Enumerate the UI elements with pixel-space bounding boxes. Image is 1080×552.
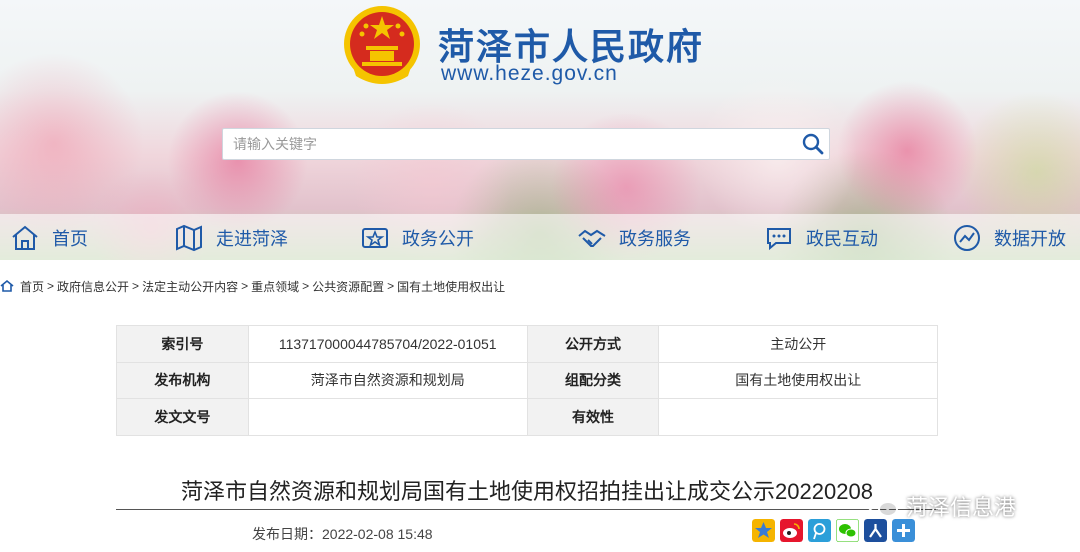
- nav-item-gov-service[interactable]: 政务服务: [577, 214, 691, 260]
- search-icon[interactable]: [801, 132, 825, 156]
- nav-item-data-open[interactable]: 数据开放: [952, 214, 1066, 260]
- document-meta-table: 索引号 113717000044785704/2022-01051 公开方式 主…: [116, 325, 938, 436]
- home-icon: [12, 225, 38, 250]
- publish-date: 发布日期：2022-02-08 15:48: [252, 526, 433, 542]
- nav-item-about[interactable]: 走进菏泽: [174, 214, 288, 260]
- table-row: 发文文号 有效性: [116, 398, 938, 436]
- main-nav: 首页 走进菏泽 政务公开 政务服务 政民互动 数据开放: [0, 214, 1080, 260]
- data-icon: [954, 225, 980, 251]
- nav-label: 政民互动: [806, 229, 878, 249]
- title-divider: [116, 509, 938, 510]
- map-icon: [176, 224, 202, 252]
- nav-item-home[interactable]: 首页: [10, 214, 88, 260]
- org-value: 菏泽市自然资源和规划局: [247, 361, 528, 400]
- breadcrumb-item[interactable]: 政府信息公开: [57, 278, 129, 295]
- table-row: 索引号 113717000044785704/2022-01051 公开方式 主…: [116, 325, 938, 363]
- search-box: [222, 128, 830, 160]
- handshake-icon: [578, 229, 606, 247]
- watermark-text: 菏泽信息港: [906, 495, 1017, 520]
- validity-label: 有效性: [526, 398, 660, 436]
- breadcrumb-home-icon: [0, 279, 14, 292]
- more-share-icon[interactable]: [892, 519, 915, 542]
- article-title: 菏泽市自然资源和规划局国有土地使用权招拍挂出让成交公示20220208: [181, 479, 873, 504]
- search-input[interactable]: [223, 129, 793, 159]
- nav-label: 首页: [52, 229, 88, 249]
- breadcrumb-item[interactable]: 重点领域: [251, 278, 299, 295]
- breadcrumb-separator: >: [132, 279, 140, 293]
- weibo-icon[interactable]: [780, 519, 803, 542]
- nav-label: 政务服务: [619, 229, 691, 249]
- site-url: www.heze.gov.cn: [441, 62, 618, 85]
- nav-label: 走进菏泽: [216, 229, 288, 249]
- wechat-watermark-icon: [867, 494, 898, 517]
- nav-item-interaction[interactable]: 政民互动: [764, 214, 878, 260]
- table-row: 发布机构 菏泽市自然资源和规划局 组配分类 国有土地使用权出让: [116, 361, 938, 400]
- validity-value: [658, 398, 938, 436]
- breadcrumb-separator: >: [302, 279, 310, 293]
- gov-open-icon: [362, 228, 388, 248]
- tencent-weibo-icon[interactable]: [808, 519, 831, 542]
- renren-icon[interactable]: [864, 519, 887, 542]
- qzone-icon[interactable]: [752, 519, 775, 542]
- index-label: 索引号: [116, 325, 249, 363]
- index-value: 113717000044785704/2022-01051: [247, 325, 528, 363]
- breadcrumb-item[interactable]: 法定主动公开内容: [142, 278, 238, 295]
- chat-icon: [767, 228, 791, 251]
- wechat-watermark: 菏泽信息港: [866, 490, 1016, 522]
- header-banner: 菏泽市人民政府 www.heze.gov.cn 首页 走进菏泽: [0, 0, 1080, 260]
- breadcrumb-item[interactable]: 公共资源配置: [312, 278, 384, 295]
- breadcrumb: 首页 > 政府信息公开 > 法定主动公开内容 > 重点领域 > 公共资源配置 >…: [0, 276, 505, 296]
- nav-label: 数据开放: [994, 229, 1066, 249]
- open-value: 主动公开: [658, 325, 938, 363]
- breadcrumb-item[interactable]: 国有土地使用权出让: [397, 278, 505, 295]
- org-label: 发布机构: [116, 361, 249, 400]
- share-bar: [752, 519, 915, 542]
- nav-item-gov-open[interactable]: 政务公开: [360, 214, 474, 260]
- national-emblem-icon: [344, 6, 420, 84]
- open-label: 公开方式: [526, 325, 660, 363]
- nav-label: 政务公开: [402, 229, 474, 249]
- breadcrumb-separator: >: [241, 279, 249, 293]
- wechat-icon[interactable]: [836, 519, 859, 542]
- doc-number-value: [247, 398, 528, 436]
- category-label: 组配分类: [526, 361, 660, 400]
- category-value: 国有土地使用权出让: [658, 361, 938, 400]
- doc-number-label: 发文文号: [116, 398, 249, 436]
- breadcrumb-item[interactable]: 首页: [20, 278, 44, 295]
- breadcrumb-separator: >: [47, 279, 55, 293]
- breadcrumb-separator: >: [387, 279, 395, 293]
